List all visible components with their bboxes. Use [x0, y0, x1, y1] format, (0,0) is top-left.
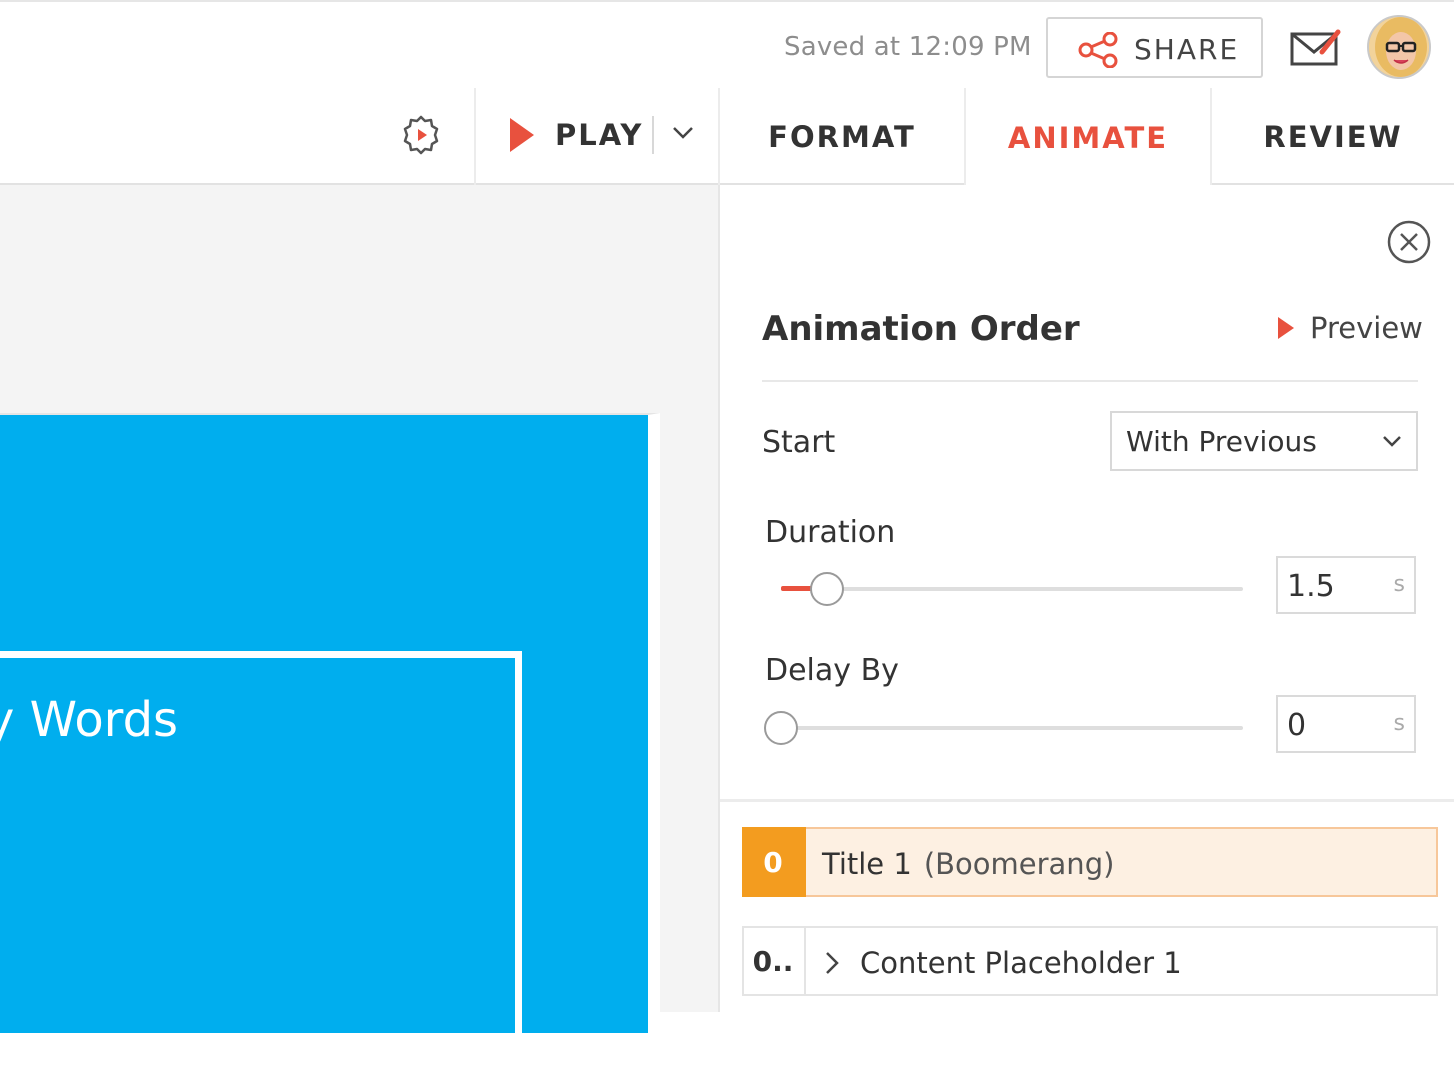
share-label: SHARE [1134, 33, 1240, 66]
user-avatar[interactable] [1367, 15, 1431, 79]
order-number: 0.. [742, 926, 806, 996]
duration-slider-handle[interactable] [810, 572, 845, 606]
duration-input[interactable]: 1.5 s [1276, 556, 1416, 614]
tab-format[interactable]: FORMAT [718, 88, 964, 185]
order-item-label: Title 1 (Boomerang) [822, 847, 1114, 881]
tab-animate[interactable]: ANIMATE [964, 88, 1210, 187]
delay-value: 0 [1287, 708, 1307, 743]
slide-title-text: y Words [0, 692, 179, 748]
order-number: 0 [742, 827, 806, 897]
preview-button[interactable]: Preview [1278, 311, 1423, 345]
duration-slider-track [781, 587, 1243, 591]
start-select-value: With Previous [1126, 425, 1317, 458]
play-icon [510, 118, 534, 152]
order-item-name: Title 1 [822, 847, 912, 881]
avatar-portrait-icon [1369, 17, 1429, 77]
chevron-down-icon [1383, 436, 1401, 447]
tab-play[interactable]: PLAY [474, 88, 718, 185]
delay-slider-handle[interactable] [764, 711, 798, 745]
delay-slider-track [781, 726, 1243, 730]
order-item-name: Content Placeholder 1 [860, 946, 1182, 980]
chevron-down-icon[interactable] [672, 126, 694, 140]
duration-slider[interactable] [781, 570, 1243, 606]
tab-review[interactable]: REVIEW [1210, 88, 1454, 185]
divider [762, 380, 1418, 382]
duration-value: 1.5 [1287, 569, 1335, 604]
chevron-right-icon[interactable] [824, 950, 840, 976]
share-button[interactable]: SHARE [1046, 17, 1263, 78]
duration-label: Duration [765, 515, 896, 550]
delay-label: Delay By [765, 653, 899, 688]
top-bar: Saved at 12:09 PM SHARE [0, 0, 1454, 88]
duration-unit: s [1393, 572, 1405, 597]
start-select[interactable]: With Previous [1110, 411, 1418, 471]
section-divider [720, 799, 1454, 802]
close-icon[interactable] [1386, 219, 1432, 265]
toolbar-tabs: PLAY FORMAT ANIMATE REVIEW [0, 88, 1454, 187]
order-item-label: Content Placeholder 1 [860, 946, 1182, 980]
order-item-effect: (Boomerang) [923, 847, 1115, 881]
panel-title: Animation Order [762, 309, 1080, 349]
delay-input[interactable]: 0 s [1276, 695, 1416, 753]
play-divider [652, 116, 654, 154]
animation-order-item[interactable]: 0.. Content Placeholder 1 [742, 926, 1438, 996]
delay-slider[interactable] [764, 709, 1243, 745]
animation-settings-icon[interactable] [400, 114, 442, 156]
mail-edit-icon[interactable] [1290, 28, 1342, 68]
delay-unit: s [1393, 711, 1405, 736]
saved-status: Saved at 12:09 PM [784, 32, 1032, 62]
play-icon [1278, 317, 1294, 339]
preview-label: Preview [1310, 311, 1423, 345]
start-label: Start [762, 425, 836, 460]
slide-canvas: y Words [0, 185, 718, 1071]
animation-panel: Animation Order Preview Start With Previ… [718, 185, 1454, 1012]
play-label: PLAY [555, 118, 644, 152]
animation-order-item[interactable]: 0 Title 1 (Boomerang) [742, 827, 1438, 897]
share-icon [1078, 32, 1118, 68]
slide-preview[interactable]: y Words [0, 413, 660, 1071]
